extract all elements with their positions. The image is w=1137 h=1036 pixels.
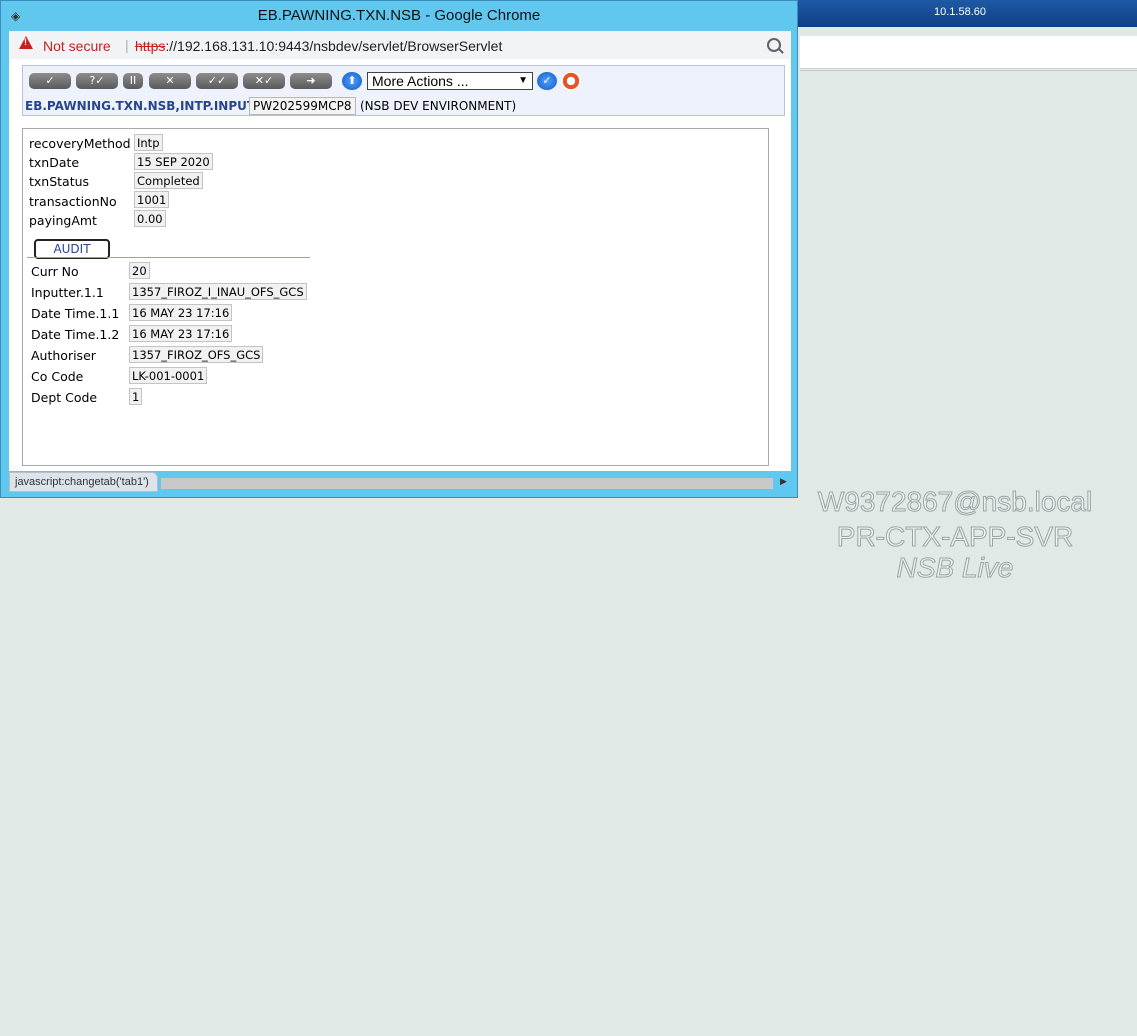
watermark-server: PR-CTX-APP-SVR — [836, 521, 1074, 553]
divider — [800, 70, 1137, 71]
audit-label: Date Time.1.2 — [31, 327, 120, 342]
more-actions-select[interactable]: More Actions ... ▼ — [367, 72, 533, 90]
audit-value: 20 — [129, 262, 150, 279]
field-value: 0.00 — [134, 210, 166, 227]
field-label: payingAmt — [29, 213, 97, 228]
title-bar[interactable]: ◈ EB.PAWNING.TXN.NSB - Google Chrome — [1, 1, 797, 31]
browser-window: ◈ EB.PAWNING.TXN.NSB - Google Chrome Not… — [0, 0, 798, 498]
commit-button[interactable]: ✓ — [29, 73, 71, 89]
audit-value: 1357_FIROZ_I_INAU_OFS_GCS — [129, 283, 307, 300]
more-actions-label: More Actions ... — [372, 73, 469, 89]
field-value: 15 SEP 2020 — [134, 153, 213, 170]
field-value: Intp — [134, 134, 163, 151]
ip-address: 10.1.58.60 — [934, 6, 986, 18]
field-label: txnStatus — [29, 174, 90, 189]
horizontal-scrollbar[interactable] — [161, 478, 773, 489]
audit-label: Inputter.1.1 — [31, 285, 104, 300]
field-value: Completed — [134, 172, 203, 189]
divider: | — [125, 37, 129, 53]
audit-value: 16 MAY 23 17:16 — [129, 325, 233, 342]
audit-value: LK-001-0001 — [129, 367, 208, 384]
help-lifebuoy-icon[interactable] — [561, 72, 581, 90]
zoom-icon[interactable] — [767, 38, 781, 52]
validate-button[interactable]: ?✓ — [76, 73, 118, 89]
record-id-field[interactable]: PW202599MCP8 — [249, 97, 356, 115]
window-title: EB.PAWNING.TXN.NSB - Google Chrome — [257, 7, 541, 24]
chevron-down-icon: ▼ — [518, 75, 528, 86]
hold-button[interactable]: II — [123, 73, 143, 89]
delete-button[interactable]: ✕ — [149, 73, 191, 89]
field-label: transactionNo — [29, 194, 117, 209]
url-path: ://192.168.131.10:9443/nsbdev/servlet/Br… — [165, 38, 503, 54]
audit-value: 1 — [129, 388, 143, 405]
background-window-strip — [800, 36, 1137, 69]
authorise-button[interactable]: ✓✓ — [196, 73, 238, 89]
field-value: 1001 — [134, 191, 170, 208]
field-label: recoveryMethod — [29, 136, 131, 151]
warning-icon — [19, 36, 33, 49]
url-scheme: https — [135, 38, 166, 54]
toolbar: ✓ ?✓ II ✕ ✓✓ ✕✓ ➜ ⬆ More Actions ... ▼ ✓ … — [22, 65, 785, 116]
reverse-button[interactable]: ✕✓ — [243, 73, 285, 89]
watermark-user: W9372867@nsb.local — [817, 486, 1093, 518]
audit-value: 1357_FIROZ_OFS_GCS — [129, 346, 264, 363]
audit-label: Authoriser — [31, 348, 96, 363]
record-form: recoveryMethod Intp txnDate 15 SEP 2020 … — [22, 128, 769, 466]
tab-underline — [27, 257, 310, 258]
tab-audit[interactable]: AUDIT — [34, 239, 110, 259]
upload-icon[interactable]: ⬆ — [342, 72, 362, 90]
application-name: EB.PAWNING.TXN.NSB,INTP.INPUT — [25, 99, 256, 113]
scroll-right-icon[interactable]: ▶ — [780, 477, 787, 487]
audit-label: Co Code — [31, 369, 84, 384]
security-label[interactable]: Not secure — [43, 38, 111, 54]
field-label: txnDate — [29, 155, 80, 170]
next-button[interactable]: ➜ — [290, 73, 332, 89]
page-content: ✓ ?✓ II ✕ ✓✓ ✕✓ ➜ ⬆ More Actions ... ▼ ✓ … — [9, 59, 791, 471]
audit-label: Date Time.1.1 — [31, 306, 120, 321]
address-bar[interactable]: Not secure | https://192.168.131.10:9443… — [9, 31, 791, 59]
status-bubble: javascript:changetab('tab1') — [9, 472, 158, 492]
environment-label: (NSB DEV ENVIRONMENT) — [360, 99, 517, 113]
watermark-env: NSB Live — [896, 552, 1014, 584]
audit-value: 16 MAY 23 17:16 — [129, 304, 233, 321]
audit-label: Curr No — [31, 264, 79, 279]
go-check-icon[interactable]: ✓ — [537, 72, 557, 90]
audit-label: Dept Code — [31, 390, 98, 405]
url-text[interactable]: https://192.168.131.10:9443/nsbdev/servl… — [135, 38, 502, 54]
